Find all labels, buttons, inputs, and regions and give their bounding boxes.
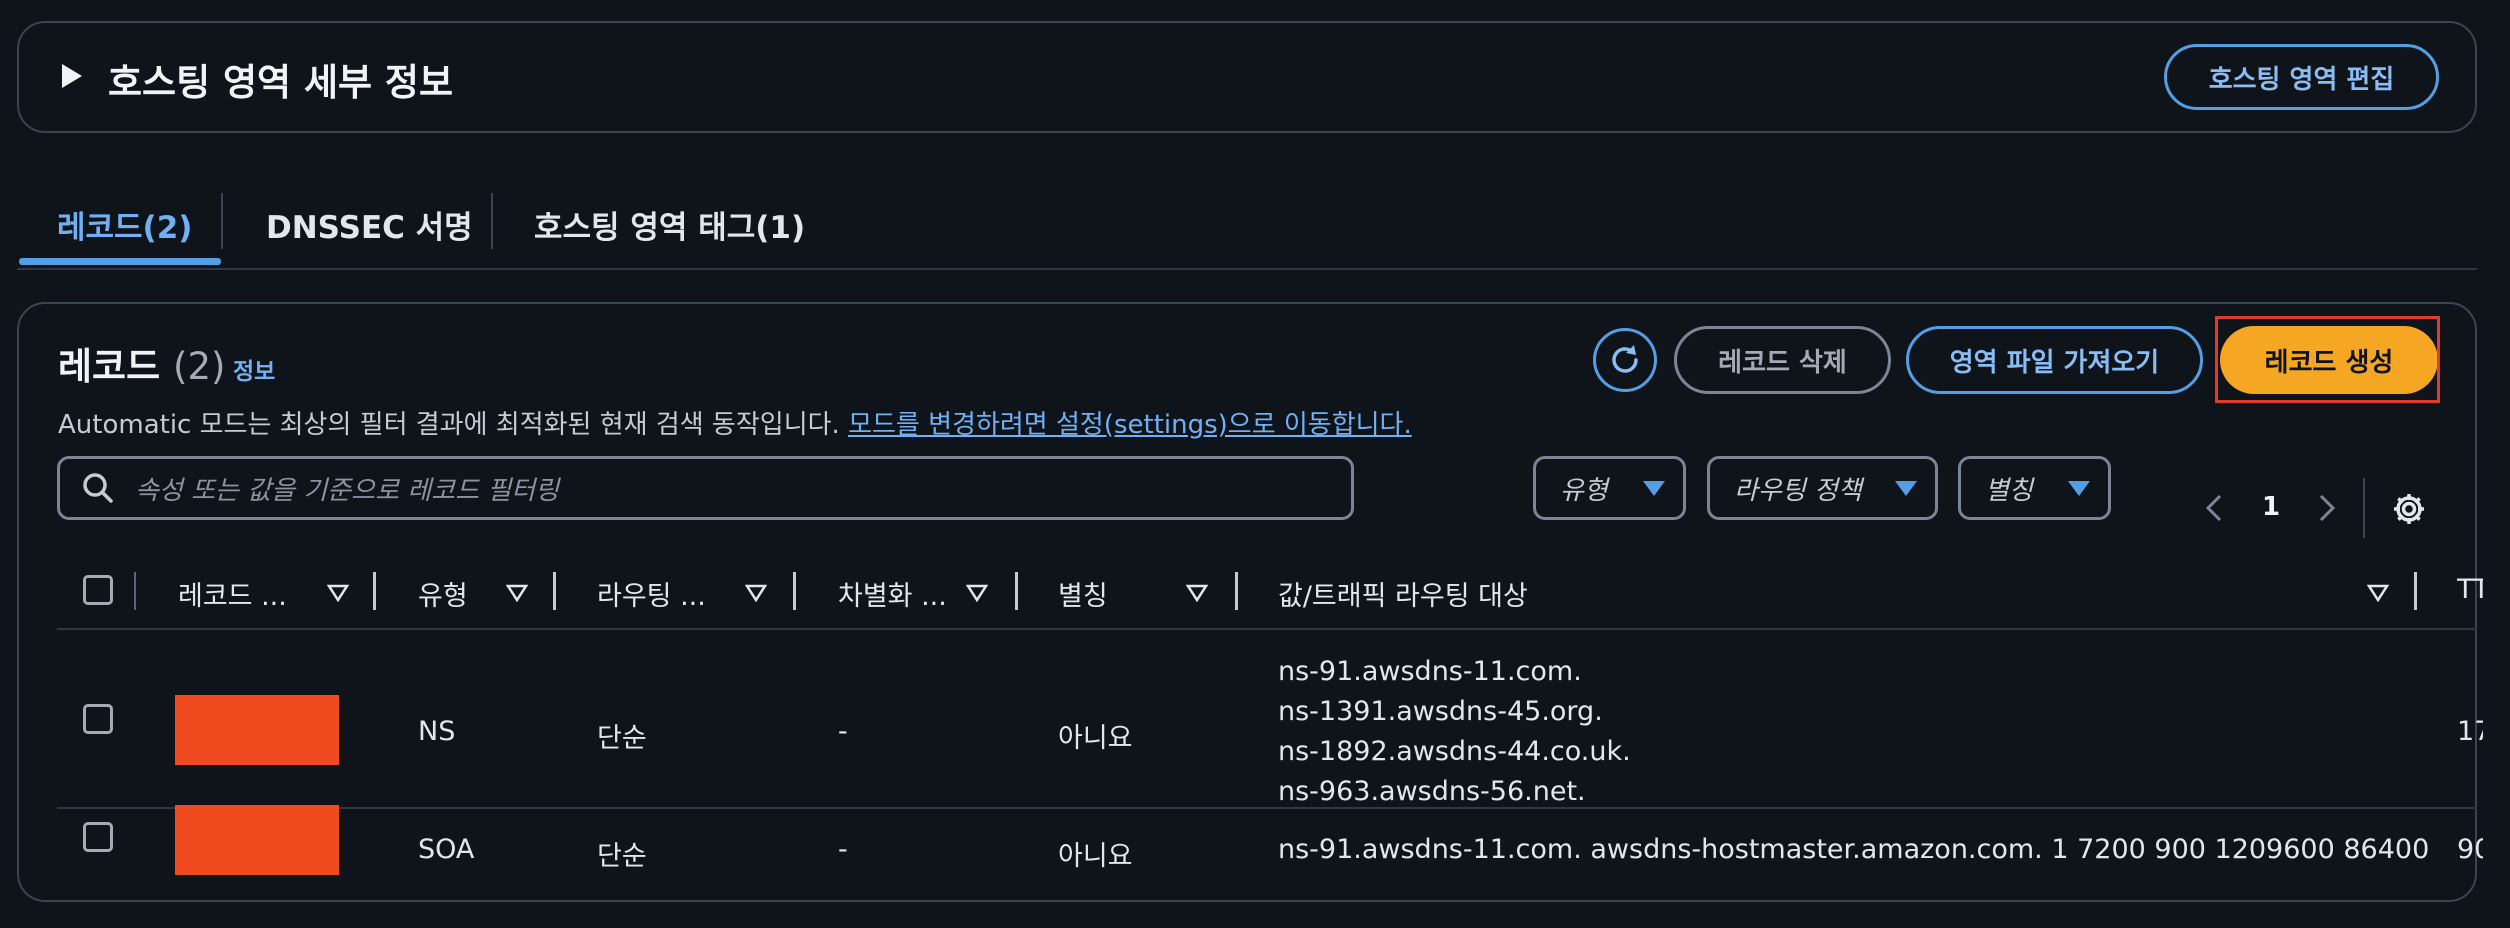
expand-caret-icon[interactable] [62,64,82,88]
import-zone-file-button[interactable]: 영역 파일 가져오기 [1906,326,2203,394]
alias-filter-label: 별칭 [1985,475,2033,506]
column-divider[interactable] [793,572,796,610]
edit-hosted-zone-button[interactable]: 호스팅 영역 편집 [2164,44,2439,110]
tab-divider [491,193,493,249]
type-filter-dropdown[interactable]: 유형 [1533,456,1686,520]
record-type-cell: SOA [418,834,475,865]
settings-link[interactable]: 모드를 변경하려면 설정(settings)으로 이동합니다. [848,410,1412,440]
tab-dnssec-signing[interactable]: DNSSEC 서명 [266,202,473,247]
routing-policy-cell: 단순 [597,723,647,754]
record-value-cell: ns-91.awsdns-11.com. ns-1391.awsdns-45.o… [1278,652,1631,812]
dropdown-caret-icon [1895,480,1917,496]
tabs-divider [17,268,2477,270]
current-page-number[interactable]: 1 [2262,492,2280,522]
record-value-line: ns-91.awsdns-11.com. [1278,656,1582,687]
gear-icon[interactable] [2390,490,2428,528]
tab-records[interactable]: 레코드(2) [57,202,192,247]
differentiator-cell: - [838,716,848,747]
sort-icon[interactable] [2367,584,2389,602]
record-value-line: ns-963.awsdns-56.net. [1278,776,1586,807]
refresh-icon [1612,345,1638,373]
records-count: (2) [173,345,226,388]
alias-cell: 아니요 [1058,841,1133,872]
column-header-value[interactable]: 값/트래픽 라우팅 대상 [1278,574,1528,613]
dropdown-caret-icon [1643,480,1665,496]
column-divider[interactable] [1235,572,1238,610]
delete-record-button[interactable]: 레코드 삭제 [1674,326,1891,394]
pagination-divider [2363,478,2365,538]
records-title: 레코드 [58,345,161,388]
record-value-cell: ns-91.awsdns-11.com. awsdns-hostmaster.a… [1278,834,2430,865]
column-divider[interactable] [1015,572,1018,610]
search-icon [83,473,113,503]
row-divider [57,807,2477,809]
routing-policy-cell: 단순 [597,841,647,872]
routing-policy-filter-dropdown[interactable]: 라우팅 정책 [1707,456,1938,520]
create-record-highlight [2215,316,2440,403]
redacted-record-name [175,695,339,765]
column-header-type[interactable]: 유형 [418,574,468,613]
info-link[interactable]: 정보 [233,352,275,386]
active-tab-indicator [19,258,221,265]
differentiator-cell: - [838,834,848,865]
alias-filter-dropdown[interactable]: 별칭 [1958,456,2111,520]
column-header-alias[interactable]: 별칭 [1058,574,1108,613]
record-type-cell: NS [418,716,456,747]
alias-cell: 아니요 [1058,723,1133,754]
sort-icon[interactable] [966,584,988,602]
sort-icon[interactable] [1186,584,1208,602]
column-divider[interactable] [373,572,376,610]
hosted-zone-details-title[interactable]: 호스팅 영역 세부 정보 [108,52,453,106]
tab-divider [221,193,223,249]
column-divider [134,572,136,610]
row-checkbox[interactable] [83,704,113,734]
column-header-routing-policy[interactable]: 라우팅 ... [597,574,706,613]
routing-policy-filter-label: 라우팅 정책 [1734,475,1862,506]
ttl-cell: 90 [2457,834,2483,865]
records-heading: 레코드 (2) [58,336,225,390]
column-header-differentiator[interactable]: 차별화 ... [838,574,947,613]
record-value-line: ns-1391.awsdns-45.org. [1278,696,1603,727]
table-header-divider [57,628,2477,630]
previous-page-icon[interactable] [2205,493,2223,523]
column-header-record-name[interactable]: 레코드 ... [178,574,287,613]
record-value-line: ns-1892.awsdns-44.co.uk. [1278,736,1631,767]
description-text: Automatic 모드는 최상의 필터 결과에 최적화된 현재 검색 동작입니… [58,410,840,440]
select-all-checkbox[interactable] [83,575,113,605]
type-filter-label: 유형 [1560,475,1608,506]
dropdown-caret-icon [2068,480,2090,496]
refresh-button[interactable] [1593,328,1657,392]
sort-icon[interactable] [506,584,528,602]
search-mode-description: Automatic 모드는 최상의 필터 결과에 최적화된 현재 검색 동작입니… [58,404,1412,441]
column-header-ttl[interactable]: TT [2457,574,2483,605]
sort-icon[interactable] [327,584,349,602]
search-placeholder: 속성 또는 값을 기준으로 레코드 필터링 [135,476,560,506]
sort-icon[interactable] [745,584,767,602]
tab-hosted-zone-tags[interactable]: 호스팅 영역 태그(1) [534,202,805,247]
column-divider[interactable] [2414,572,2417,610]
next-page-icon[interactable] [2318,493,2336,523]
redacted-record-name [175,805,339,875]
column-divider[interactable] [553,572,556,610]
ttl-cell: 17 [2457,716,2483,747]
row-checkbox[interactable] [83,822,113,852]
